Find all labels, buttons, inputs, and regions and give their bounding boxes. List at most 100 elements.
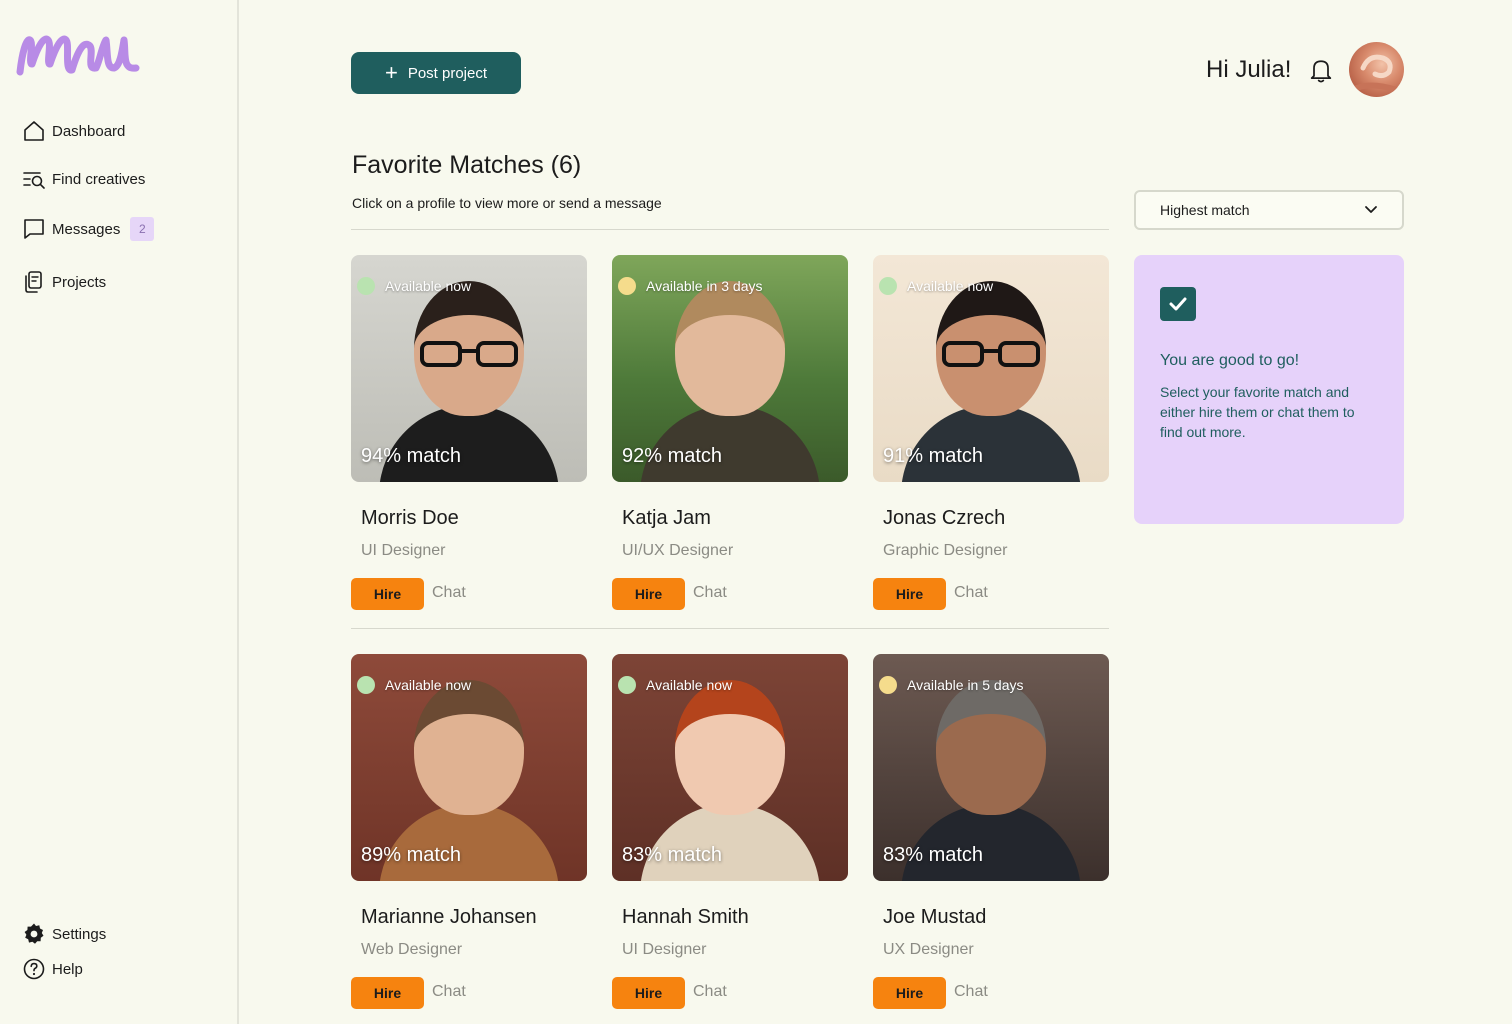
availability-dot [879, 676, 897, 694]
availability-dot [879, 277, 897, 295]
profile-photo[interactable]: Available now 91% match [873, 255, 1109, 482]
post-project-label: Post project [407, 64, 488, 82]
sort-select-value: Highest match [1160, 202, 1250, 218]
sort-select[interactable]: Highest match [1134, 190, 1404, 230]
photo-shoulders [901, 804, 1081, 881]
availability-text: Available in 3 days [646, 278, 763, 294]
post-project-button[interactable]: + Post project [351, 52, 521, 94]
availability-text: Available now [646, 677, 733, 693]
availability-text: Available in 5 days [907, 677, 1024, 693]
glasses-illustration [942, 341, 1040, 367]
hire-button[interactable]: Hire [873, 977, 946, 1009]
hire-button[interactable]: Hire [351, 977, 424, 1009]
profile-name[interactable]: Jonas Czrech [883, 507, 1005, 530]
sidebar-item-projects[interactable]: Projects [22, 268, 106, 296]
profile-name[interactable]: Hannah Smith [622, 906, 749, 929]
profile-photo[interactable]: Available now 94% match [351, 255, 587, 482]
hire-button[interactable]: Hire [612, 977, 685, 1009]
profile-role: Graphic Designer [883, 542, 1008, 559]
profile-role: Web Designer [361, 941, 463, 958]
profile-card[interactable]: Available in 3 days 92% match Katja Jam … [612, 255, 848, 610]
message-icon [24, 219, 44, 239]
sidebar-item-label: Settings [52, 925, 107, 943]
profile-photo[interactable]: Available now 83% match [612, 654, 848, 881]
profile-card[interactable]: Available now 83% match Hannah Smith UI … [612, 654, 848, 1009]
chat-link[interactable]: Chat [693, 584, 727, 602]
profile-name[interactable]: Morris Doe [361, 507, 459, 530]
match-percentage: 92% match [622, 445, 723, 467]
availability-label: Available in 5 days [879, 676, 1023, 694]
availability-dot [357, 676, 375, 694]
chat-link[interactable]: Chat [432, 983, 466, 1001]
profile-card[interactable]: Available now 89% match Marianne Johanse… [351, 654, 587, 1009]
projects-icon [25, 271, 42, 293]
availability-text: Available now [385, 677, 472, 693]
profile-role: UX Designer [883, 941, 974, 958]
match-percentage: 94% match [361, 445, 462, 467]
availability-label: Available now [357, 676, 471, 694]
sidebar-item-messages[interactable]: Messages 2 [22, 215, 155, 243]
sidebar-item-help[interactable]: Help [22, 955, 83, 983]
divider [351, 229, 1109, 230]
avatar-image [1354, 54, 1400, 93]
chat-link[interactable]: Chat [954, 584, 988, 602]
check-icon [1160, 287, 1196, 321]
photo-face [675, 680, 785, 815]
hire-button[interactable]: Hire [612, 578, 685, 610]
photo-face [936, 680, 1046, 815]
divider [351, 628, 1109, 629]
sidebar-item-find-creatives[interactable]: Find creatives [22, 165, 145, 193]
profile-name[interactable]: Joe Mustad [883, 906, 986, 929]
glasses-illustration [420, 341, 518, 367]
info-card-text: Select your favorite match and either hi… [1160, 384, 1355, 440]
photo-shoulders [901, 405, 1081, 482]
chat-link[interactable]: Chat [954, 983, 988, 1001]
match-percentage: 83% match [622, 844, 723, 866]
match-percentage: 89% match [361, 844, 462, 866]
chat-link[interactable]: Chat [693, 983, 727, 1001]
photo-face [414, 680, 524, 815]
profile-name[interactable]: Katja Jam [622, 507, 711, 530]
availability-label: Available now [618, 676, 732, 694]
profile-name[interactable]: Marianne Johansen [361, 906, 537, 929]
user-avatar[interactable] [1349, 42, 1404, 97]
gear-icon [24, 923, 44, 944]
sidebar-item-label: Messages [52, 220, 121, 238]
match-percentage: 83% match [883, 844, 984, 866]
sidebar-item-label: Help [52, 960, 83, 978]
page-title: Favorite Matches (6) [352, 151, 582, 179]
availability-label: Available now [357, 277, 471, 295]
profile-photo[interactable]: Available now 89% match [351, 654, 587, 881]
hire-button[interactable]: Hire [351, 578, 424, 610]
bell-icon[interactable] [1307, 56, 1335, 84]
profile-role: UI Designer [361, 542, 446, 559]
greeting: Hi Julia! [1206, 56, 1292, 83]
sidebar-item-label: Find creatives [52, 170, 146, 188]
page-subtitle: Click on a profile to view more or send … [352, 195, 662, 211]
availability-label: Available now [879, 277, 993, 295]
hire-button[interactable]: Hire [873, 578, 946, 610]
help-icon [23, 958, 45, 980]
availability-label: Available in 3 days [618, 277, 762, 295]
chevron-down-icon [1365, 206, 1377, 213]
sidebar-item-settings[interactable]: Settings [22, 920, 106, 948]
photo-shoulders [379, 804, 559, 881]
profile-role: UI/UX Designer [622, 542, 734, 559]
availability-dot [618, 277, 636, 295]
profile-photo[interactable]: Available in 5 days 83% match [873, 654, 1109, 881]
profile-photo[interactable]: Available in 3 days 92% match [612, 255, 848, 482]
sidebar-item-label: Projects [52, 273, 107, 291]
availability-dot [618, 676, 636, 694]
profile-card[interactable]: Available now 91% match Jonas Czrech Gra… [873, 255, 1109, 610]
chat-link[interactable]: Chat [432, 584, 466, 602]
profile-card[interactable]: Available in 5 days 83% match Joe Mustad… [873, 654, 1109, 1009]
sidebar-item-dashboard[interactable]: Dashboard [22, 117, 125, 145]
app-logo[interactable] [14, 24, 144, 84]
photo-shoulders [640, 804, 820, 881]
sidebar: Dashboard Find creatives Messages 2 Proj… [0, 0, 239, 1024]
profile-role: UI Designer [622, 941, 707, 958]
sidebar-item-label: Dashboard [52, 122, 126, 140]
home-icon [24, 121, 44, 141]
availability-text: Available now [907, 278, 994, 294]
profile-card[interactable]: Available now 94% match Morris Doe UI De… [351, 255, 587, 610]
